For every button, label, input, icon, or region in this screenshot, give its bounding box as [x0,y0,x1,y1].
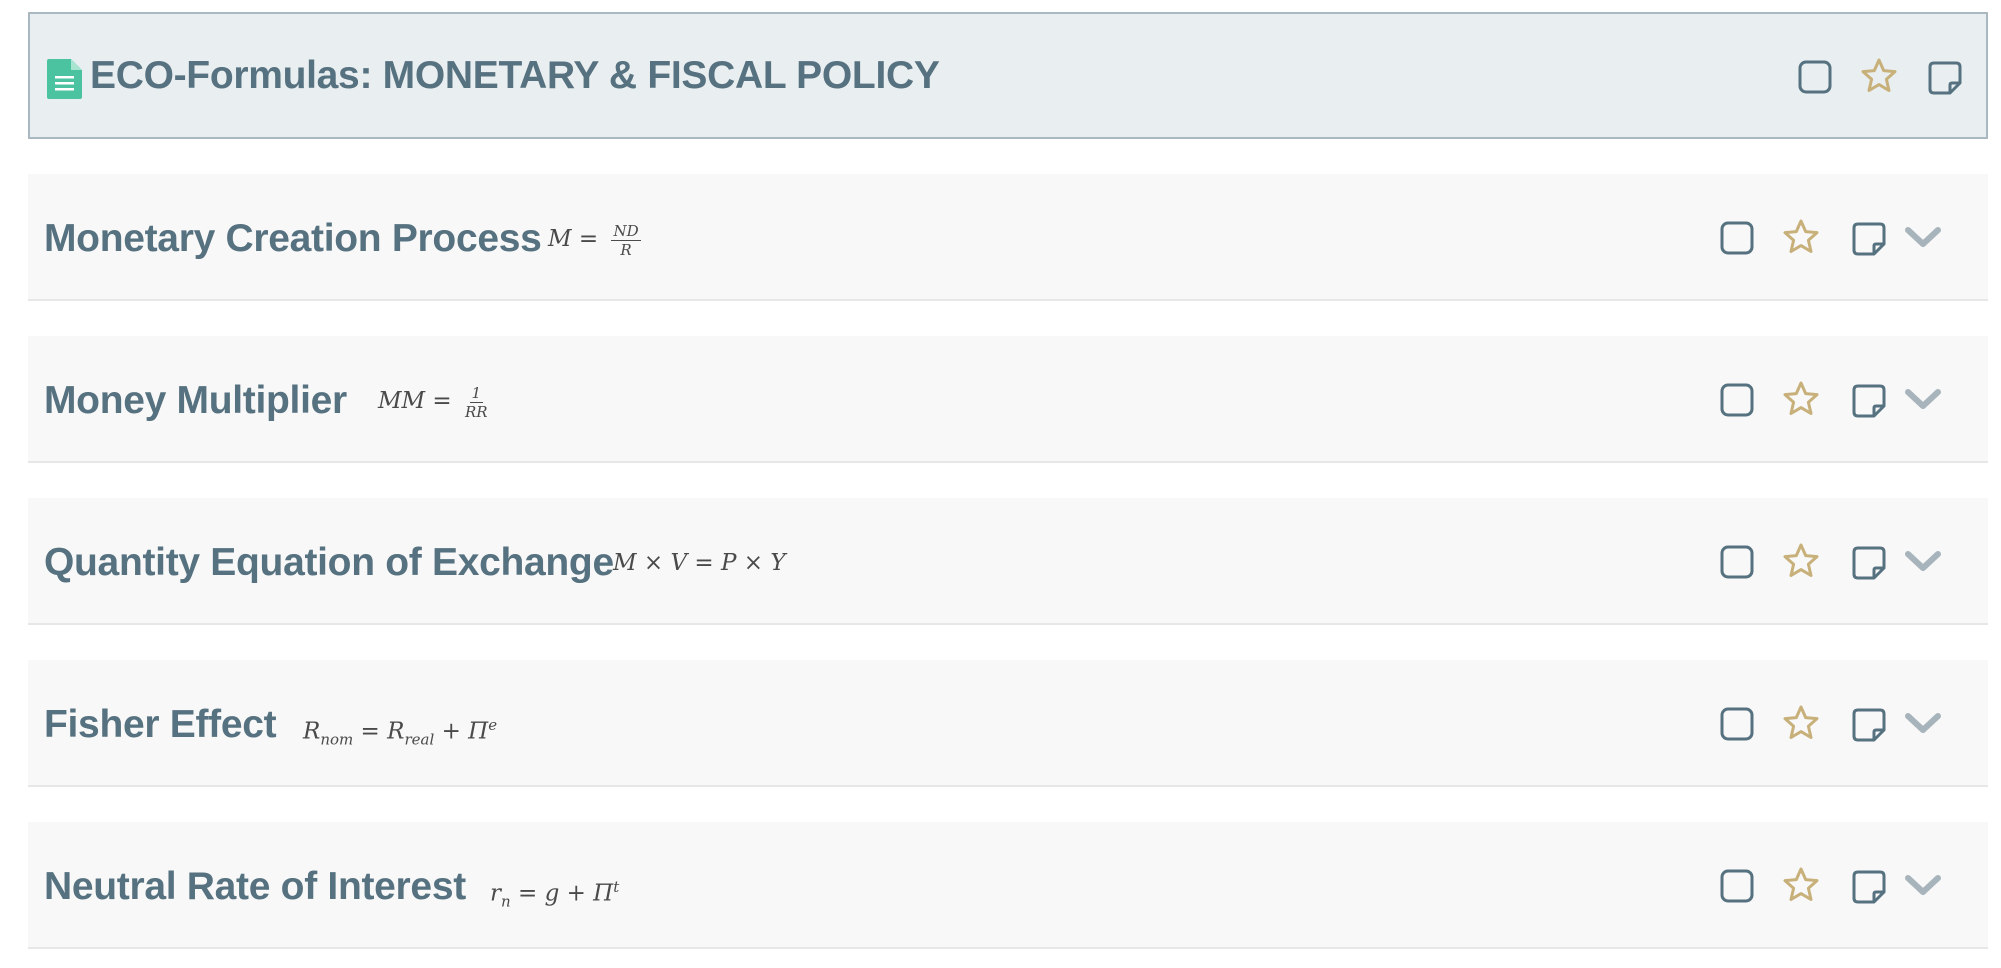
formula: M = ND R [548,174,641,301]
formula-part: + Π [434,718,489,745]
star-icon[interactable] [1782,704,1820,742]
star-icon[interactable] [1782,218,1820,256]
formula-superscript: t [613,878,620,896]
item-title: Neutral Rate of Interest [44,865,466,908]
star-icon[interactable] [1782,542,1820,580]
chevron-down-icon[interactable] [1904,866,1942,904]
note-icon[interactable] [1850,544,1888,582]
checkbox-icon[interactable] [1718,543,1756,581]
formula: Rnom = Rreal + Πe [303,660,497,787]
checkbox-icon[interactable] [1718,705,1756,743]
list-item[interactable]: Fisher Effect Rnom = Rreal + Πe [28,660,1988,787]
formula-part: = R [353,718,405,745]
formula-denominator: R [620,240,632,259]
star-icon[interactable] [1782,866,1820,904]
checkbox-icon[interactable] [1718,381,1756,419]
chevron-down-icon[interactable] [1904,542,1942,580]
item-title: Quantity Equation of Exchange [44,541,614,584]
formula-numerator: ND [611,221,641,241]
list-item[interactable]: Monetary Creation Process M = ND R [28,174,1988,301]
note-icon[interactable] [1850,382,1888,420]
chevron-down-icon[interactable] [1904,380,1942,418]
item-title: Fisher Effect [44,703,277,746]
formula-subscript: nom [320,730,354,749]
note-icon[interactable] [1850,706,1888,744]
formula-part: = g + Π [510,880,614,907]
formula: MM = 1 RR [378,336,488,463]
chevron-down-icon[interactable] [1904,704,1942,742]
page-header: ECO-Formulas: MONETARY & FISCAL POLICY [28,12,1988,139]
chevron-down-icon[interactable] [1904,218,1942,256]
formula-superscript: e [488,716,498,734]
formula-subscript: real [404,730,435,749]
star-icon[interactable] [1782,380,1820,418]
item-title: Monetary Creation Process [44,217,542,260]
checkbox-icon[interactable] [1796,58,1834,96]
note-icon[interactable] [1926,59,1964,97]
note-icon[interactable] [1850,220,1888,258]
formula-lhs: M = [548,226,606,252]
list-item[interactable]: Money Multiplier MM = 1 RR [28,336,1988,463]
document-icon [47,59,82,99]
formula-subscript: n [501,892,511,911]
formula-numerator: 1 [469,383,484,403]
list-item[interactable]: Quantity Equation of Exchange M × V = P … [28,498,1988,625]
list-item[interactable]: Neutral Rate of Interest rn = g + Πt [28,822,1988,949]
checkbox-icon[interactable] [1718,867,1756,905]
formula: M × V = P × Y [613,550,786,576]
note-icon[interactable] [1850,868,1888,906]
formula: rn = g + Πt [490,822,619,949]
star-icon[interactable] [1860,57,1898,95]
item-title: Money Multiplier [44,379,347,422]
page-title: ECO-Formulas: MONETARY & FISCAL POLICY [90,54,940,97]
checkbox-icon[interactable] [1718,219,1756,257]
formula-part: R [303,718,321,745]
formula-denominator: RR [465,402,488,421]
formula-part: r [490,880,501,907]
formula-lhs: MM = [378,388,459,414]
